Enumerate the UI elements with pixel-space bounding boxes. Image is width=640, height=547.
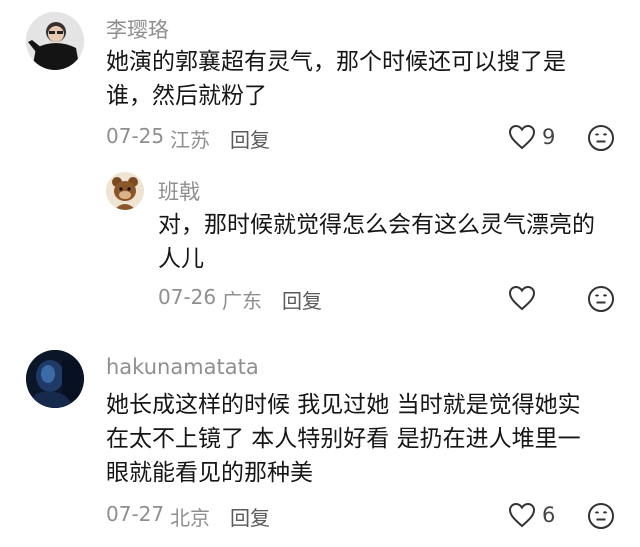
like-button[interactable]: 6 [508, 502, 555, 528]
neutral-face-icon [588, 503, 614, 529]
comment-text: 她长成这样的时候 我见过她 当时就是觉得她实在太不上镜了 本人特别好看 是扔在进… [106, 392, 581, 486]
neutral-face-icon [588, 286, 614, 312]
emoji-reaction-button[interactable] [587, 124, 615, 156]
like-count: 9 [542, 125, 556, 149]
reply-button[interactable]: 回复 [230, 124, 270, 153]
comment-text: 她演的郭襄超有灵气，那个时候还可以搜了是谁，然后就粉了 [106, 49, 566, 109]
comment-location: 江苏 [170, 128, 210, 152]
heart-icon [508, 124, 536, 150]
like-button[interactable]: 9 [508, 124, 555, 150]
emoji-reaction-button[interactable] [587, 285, 615, 317]
reply-username[interactable]: 班戟 [158, 176, 200, 206]
avatar[interactable] [26, 350, 84, 408]
avatar[interactable] [106, 172, 144, 210]
like-count: 6 [542, 503, 556, 527]
neutral-face-icon [588, 125, 614, 151]
emoji-reaction-button[interactable] [587, 502, 615, 534]
comment-username[interactable]: 李璎珞 [106, 14, 169, 44]
person-in-black-avatar-icon [26, 12, 84, 70]
like-button[interactable] [508, 285, 536, 311]
comment-username[interactable]: hakunamatata [106, 355, 259, 379]
avatar[interactable] [26, 12, 84, 70]
reply-location: 广东 [222, 289, 262, 313]
brown-bear-avatar-icon [106, 172, 144, 210]
comment-date: 07-25 [106, 124, 165, 148]
reply-text: 对，那时候就觉得怎么会有这么灵气漂亮的人儿 [158, 212, 595, 272]
heart-icon [508, 285, 536, 311]
reply-date: 07-26 [158, 285, 217, 309]
heart-icon [508, 502, 536, 528]
comment-location: 北京 [170, 506, 210, 530]
reply-button[interactable]: 回复 [282, 285, 322, 314]
reply-button[interactable]: 回复 [230, 502, 270, 531]
comment-date: 07-27 [106, 502, 165, 526]
dark-blue-night-avatar-icon [26, 350, 84, 408]
